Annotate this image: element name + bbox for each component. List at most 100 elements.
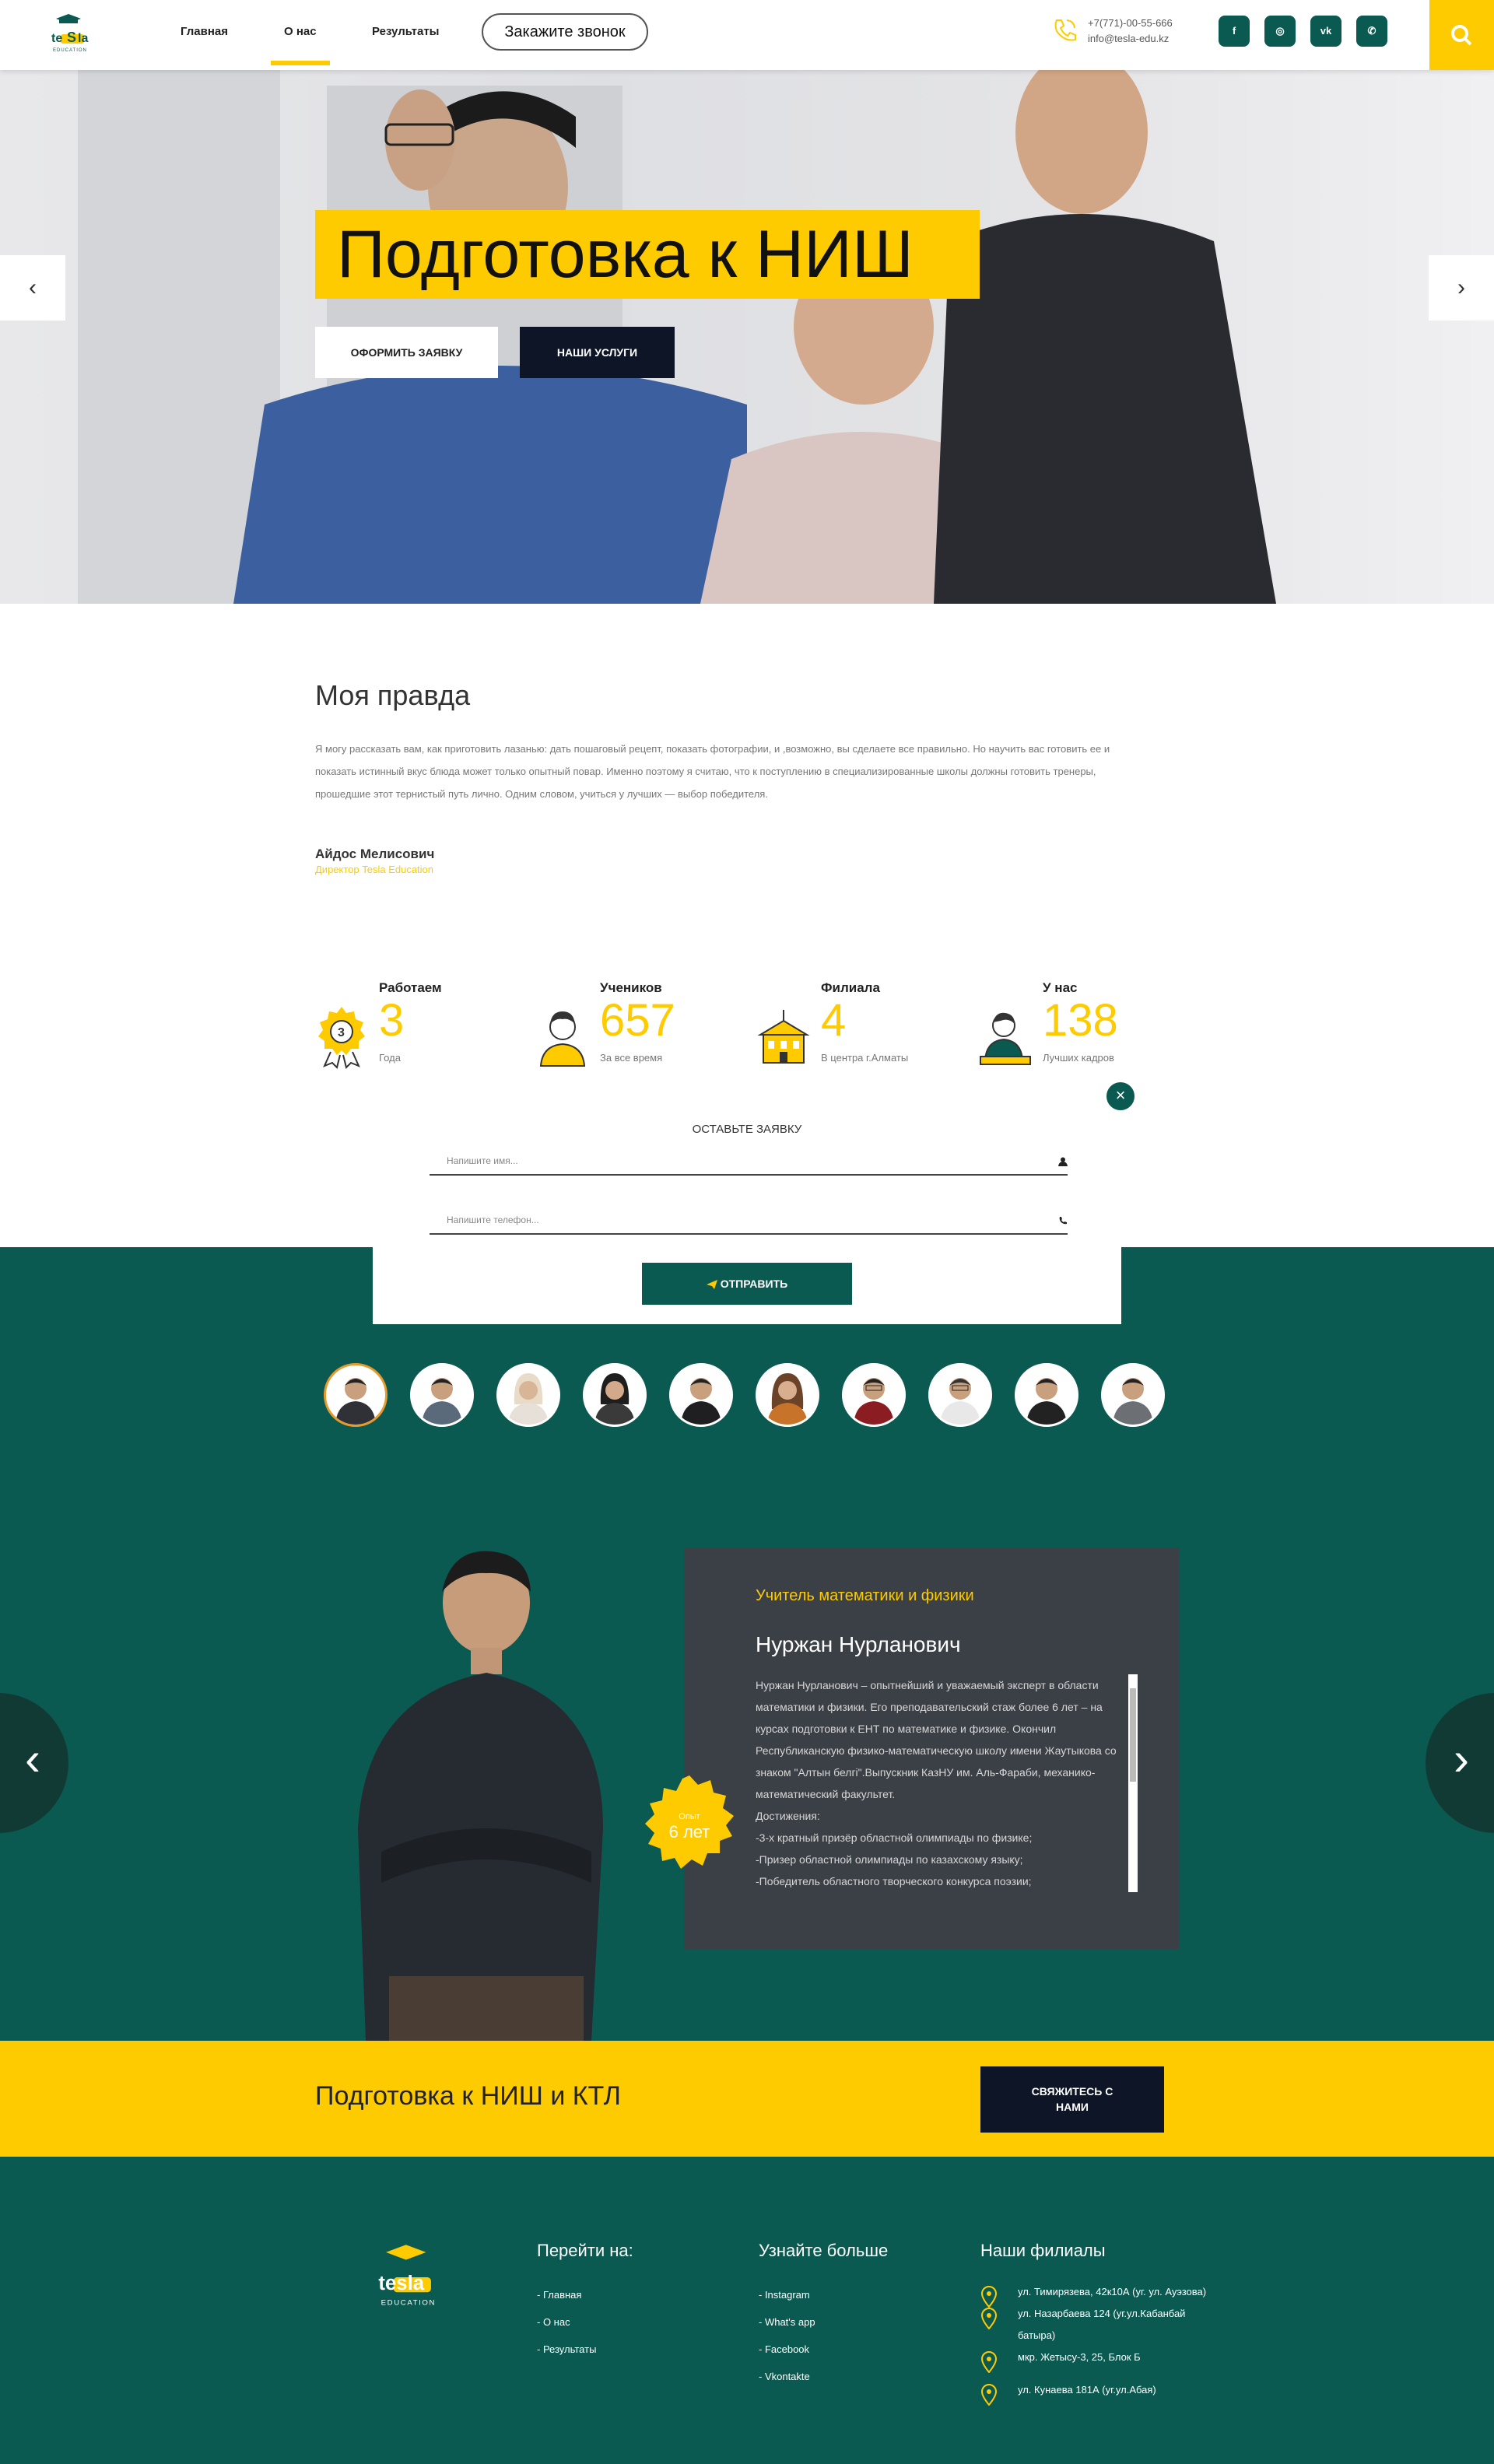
teacher-avatar[interactable] (324, 1363, 388, 1427)
search-icon (1451, 25, 1472, 46)
apply-button[interactable]: ОФОРМИТЬ ЗАЯВКУ (315, 327, 498, 378)
bio-paragraph: Достижения: (756, 1810, 820, 1822)
branch-address: мкр. Жетысу-3, 25, Блок Б (1018, 2351, 1141, 2363)
nav-about[interactable]: О нас (284, 25, 317, 38)
footer-link[interactable]: - Главная (537, 2281, 633, 2308)
footer-link[interactable]: - О нас (537, 2308, 633, 2336)
send-button[interactable]: ОТПРАВИТЬ (642, 1263, 852, 1305)
footer-link[interactable]: - Facebook (759, 2336, 888, 2363)
svg-text:S: S (67, 30, 76, 45)
teacher-role: Учитель математики и физики (756, 1587, 974, 1604)
quote-title: Моя правда (315, 679, 471, 711)
avatar-photo (1026, 1378, 1067, 1425)
branch-address: ул. Тимирязева, 42к10А (уг. ул. Ауэзова) (1018, 2286, 1207, 2298)
teacher-card: Учитель математики и физики Нуржан Нурла… (684, 1548, 1179, 1949)
footer-more: Узнайте больше - Instagram - What's app … (759, 2241, 888, 2390)
teacher-avatar[interactable] (410, 1363, 474, 1427)
avatar-photo (594, 1373, 635, 1425)
form-title: ОСТАВЬТЕ ЗАЯВКУ (692, 1123, 802, 1136)
bio-paragraph: -3-х кратный призёр областной олимпиады … (756, 1831, 1033, 1844)
cta-title: Подготовка к НИШ и КТЛ (315, 2081, 621, 2111)
services-button[interactable]: НАШИ УСЛУГИ (520, 327, 675, 378)
stat-branches: Филиала 4 В центра г.Алматы (757, 980, 975, 1074)
hero-next-arrow[interactable]: › (1429, 255, 1494, 321)
footer-link[interactable]: - Vkontakte (759, 2363, 888, 2390)
hero-photo (78, 70, 1276, 604)
location-pin-icon (980, 2384, 998, 2406)
avatar-photo (940, 1378, 980, 1425)
location-pin-icon (980, 2308, 998, 2329)
teacher-avatar[interactable] (842, 1363, 906, 1427)
stat-sub: За все время (600, 1052, 663, 1064)
avatar-photo (508, 1373, 549, 1425)
school-building-icon (757, 1010, 810, 1064)
svg-text:3: 3 (338, 1026, 345, 1039)
name-placeholder: Напишите имя... (447, 1155, 518, 1166)
teacher-avatar[interactable] (669, 1363, 733, 1427)
bio-paragraph: -Победитель областного творческого конку… (756, 1875, 1032, 1887)
stat-sub: Года (379, 1052, 401, 1064)
search-button[interactable] (1429, 0, 1494, 70)
stat-years: 3 Работаем 3 Года (315, 980, 533, 1074)
stat-number: 3 (379, 995, 405, 1046)
branch-address: ул. Назарбаева 124 (уг.ул.Кабанбай батыр… (1018, 2308, 1186, 2341)
whatsapp-icon[interactable]: ✆ (1356, 16, 1387, 47)
experience-badge: Опыт 6 лет (645, 1775, 734, 1869)
phone-small-icon (1059, 1217, 1067, 1225)
user-icon (1058, 1157, 1068, 1166)
footer-nav-title: Перейти на: (537, 2241, 633, 2260)
avatar-photo (767, 1373, 808, 1425)
nav-results[interactable]: Результаты (372, 25, 439, 38)
avatar-photo (854, 1378, 894, 1425)
footer-branches-title: Наши филиалы (980, 2241, 1106, 2260)
facebook-icon[interactable]: f (1219, 16, 1250, 47)
footer-nav: Перейти на: - Главная - О нас - Результа… (537, 2241, 633, 2363)
stat-label: Учеников (600, 980, 662, 995)
stat-number: 4 (821, 995, 847, 1046)
vk-icon[interactable]: vk (1310, 16, 1341, 47)
award-icon: 3 (318, 1007, 365, 1069)
footer-link[interactable]: - Результаты (537, 2336, 633, 2363)
svg-text:EDUCATION: EDUCATION (53, 48, 87, 53)
teacher-avatar[interactable] (1101, 1363, 1165, 1427)
logo-sub: EDUCATION (381, 2298, 436, 2307)
logo-text: tesla (378, 2273, 424, 2294)
hero-slider: Подготовка к НИШ ОФОРМИТЬ ЗАЯВКУ НАШИ УС… (0, 70, 1494, 604)
teacher-avatar[interactable] (583, 1363, 647, 1427)
send-label: ОТПРАВИТЬ (720, 1278, 788, 1290)
bio-scrollbar[interactable] (1128, 1674, 1138, 1892)
contact-us-button[interactable]: СВЯЖИТЕСЬ С НАМИ (980, 2066, 1164, 2133)
header-email[interactable]: info@tesla-edu.kz (1088, 31, 1173, 47)
phone-input[interactable]: Напишите телефон... (430, 1211, 1068, 1235)
footer: tesla EDUCATION Перейти на: - Главная - … (0, 2157, 1494, 2464)
teacher-icon (980, 1012, 1031, 1065)
teacher-avatar[interactable] (756, 1363, 819, 1427)
cta-bar: Подготовка к НИШ и КТЛ СВЯЖИТЕСЬ С НАМИ (0, 2041, 1494, 2157)
instagram-icon[interactable]: ◎ (1264, 16, 1296, 47)
scrollbar-thumb[interactable] (1130, 1688, 1136, 1782)
nav-home[interactable]: Главная (181, 25, 228, 38)
order-call-button[interactable]: Закажите звонок (482, 13, 648, 51)
footer-logo[interactable]: tesla EDUCATION (374, 2244, 444, 2311)
stat-sub: Лучших кадров (1043, 1052, 1114, 1064)
name-input[interactable]: Напишите имя... (430, 1152, 1068, 1176)
close-form-button[interactable]: × (1104, 1080, 1137, 1113)
contact-info: +7(771)-00-55-666 info@tesla-edu.kz (1088, 16, 1173, 47)
teacher-photo (358, 1551, 603, 2041)
teacher-avatar[interactable] (1015, 1363, 1078, 1427)
tesla-logo[interactable]: te S la EDUCATION (48, 14, 92, 54)
stat-number: 657 (600, 995, 675, 1046)
avatar-photo (681, 1378, 721, 1425)
footer-link[interactable]: - What's app (759, 2308, 888, 2336)
badge-years: 6 лет (669, 1822, 710, 1842)
header-phone[interactable]: +7(771)-00-55-666 (1088, 16, 1173, 31)
teacher-avatar[interactable] (496, 1363, 560, 1427)
teacher-bio[interactable]: Нуржан Нурланович – опытнейший и уважаем… (756, 1674, 1121, 1892)
phone-icon (1054, 19, 1076, 41)
footer-more-title: Узнайте больше (759, 2241, 889, 2260)
teacher-avatar[interactable] (928, 1363, 992, 1427)
stat-sub: В центра г.Алматы (821, 1052, 909, 1064)
stat-students: Учеников 657 За все время (536, 980, 754, 1074)
hero-prev-arrow[interactable]: ‹ (0, 255, 65, 321)
footer-link[interactable]: - Instagram (759, 2281, 888, 2308)
